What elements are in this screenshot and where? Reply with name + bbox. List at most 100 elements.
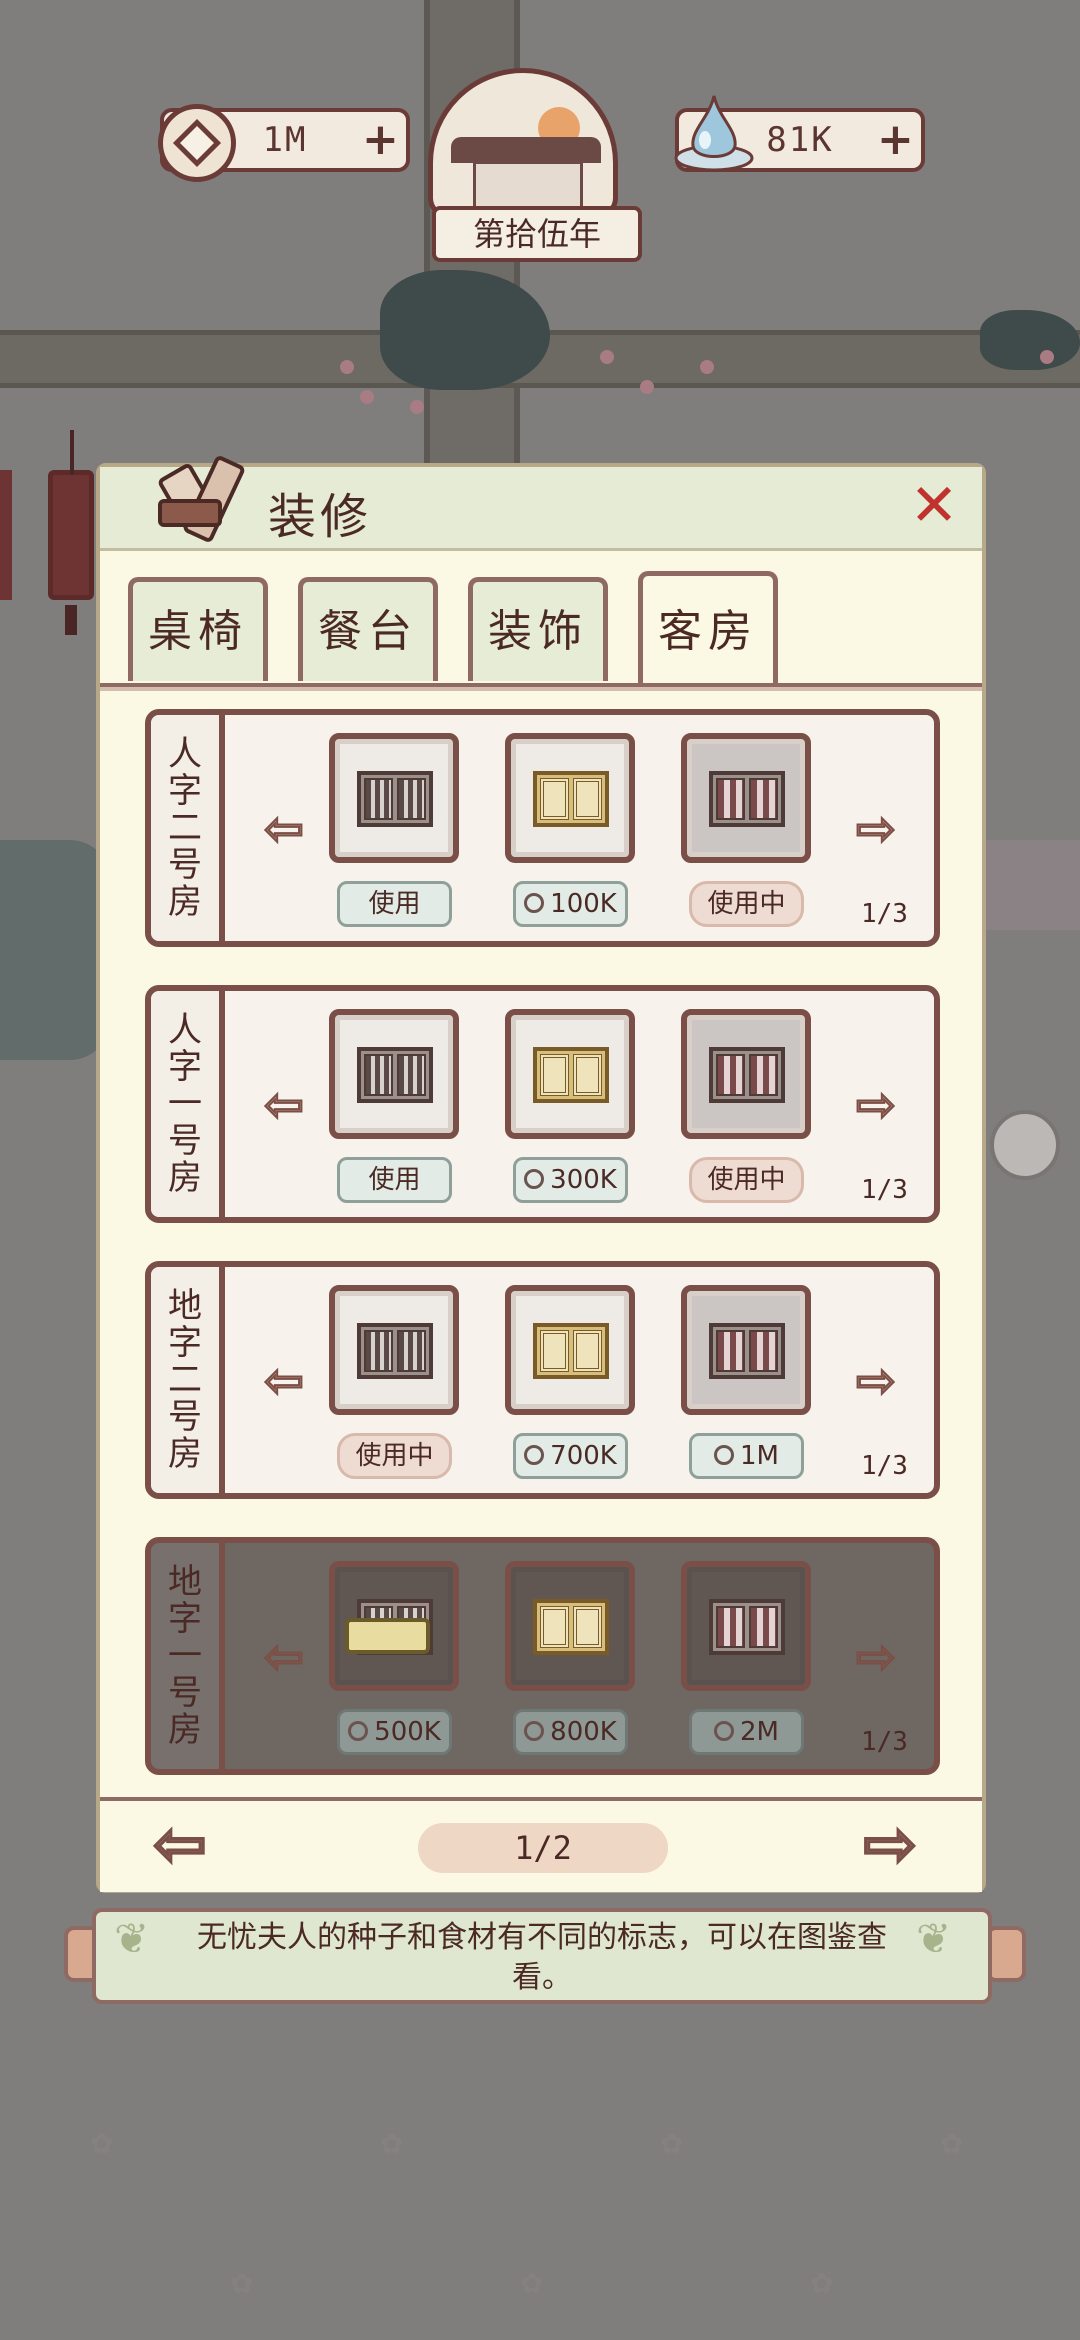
blossom-decoration <box>600 350 614 364</box>
buy-button[interactable]: 700K <box>513 1433 628 1479</box>
door-style-card[interactable] <box>681 733 811 863</box>
prev-style-arrow[interactable]: ⇦ <box>249 1632 319 1683</box>
lattice-door-icon <box>533 1047 609 1103</box>
buy-button[interactable]: 100K <box>513 881 628 927</box>
floor-flower-icon: ✿ <box>230 2267 254 2300</box>
room-name-char: 房 <box>168 1433 202 1474</box>
coin-value: 1M <box>262 120 308 160</box>
price-label: 1M <box>740 1441 779 1471</box>
tutorial-pointer-icon <box>345 1618 430 1654</box>
price-label: 100K <box>550 889 617 919</box>
room-row: 地 字 二 号 房 ⇦ 使用中 700K 1M ⇨ 1/3 <box>145 1261 940 1499</box>
coin-icon <box>524 892 545 913</box>
ginkgo-leaf-icon: ❦ <box>916 1914 952 1963</box>
roof-icon <box>451 137 601 163</box>
blossom-decoration <box>640 380 654 394</box>
use-button[interactable]: 使用 <box>337 1157 452 1203</box>
blossom-decoration <box>1040 350 1054 364</box>
room-name-char: 字 <box>168 1598 202 1639</box>
tab-dining-counter[interactable]: 餐台 <box>298 577 438 681</box>
button-label: 使用 <box>368 889 421 919</box>
pager: ⇦ 1/2 ⇨ <box>100 1797 982 1892</box>
prev-page-arrow[interactable]: ⇦ <box>130 1812 230 1879</box>
door-style-card[interactable] <box>681 1561 811 1691</box>
tip-banner: 无忧夫人的种子和食材有不同的标志，可以在图鉴查看。 <box>92 1908 992 2004</box>
buy-button[interactable]: 2M <box>689 1709 804 1755</box>
room-name-char: 号 <box>168 1396 202 1437</box>
door-style-card[interactable] <box>329 1285 459 1415</box>
coin-icon <box>348 1720 369 1741</box>
room-name-char: 号 <box>168 1120 202 1161</box>
page-indicator: 1/2 <box>418 1823 668 1873</box>
in-use-badge: 使用中 <box>689 1157 804 1203</box>
tab-decorations[interactable]: 装饰 <box>468 577 608 681</box>
add-spirit-button[interactable]: + <box>877 118 914 162</box>
price-label: 500K <box>374 1717 441 1747</box>
coin-counter: 1M + <box>158 104 410 182</box>
spirit-value: 81K <box>766 120 834 160</box>
scroll-rod-right <box>986 1926 1026 1982</box>
blossom-decoration <box>340 360 354 374</box>
add-coins-button[interactable]: + <box>362 118 399 162</box>
door-style-card[interactable] <box>505 1009 635 1139</box>
door-style-card[interactable] <box>505 1285 635 1415</box>
prev-style-arrow[interactable]: ⇦ <box>249 804 319 855</box>
background-lantern <box>48 430 94 635</box>
coin-icon <box>524 1720 545 1741</box>
price-label: 300K <box>550 1165 617 1195</box>
ghost-character <box>990 1110 1060 1180</box>
door-style-card[interactable] <box>505 1561 635 1691</box>
slat-door-icon <box>709 771 785 827</box>
tab-tables-chairs[interactable]: 桌椅 <box>128 577 268 681</box>
button-label: 使用中 <box>355 1441 434 1471</box>
category-tabs: 桌椅 餐台 装饰 客房 <box>128 571 968 687</box>
water-drop-icon <box>674 95 754 172</box>
room-name-char: 字 <box>168 1322 202 1363</box>
ginkgo-leaf-icon: ❦ <box>114 1914 150 1963</box>
background-lantern-left <box>0 470 12 600</box>
buy-button[interactable]: 500K <box>337 1709 452 1755</box>
door-style-card[interactable] <box>329 733 459 863</box>
price-label: 2M <box>740 1717 779 1747</box>
door-style-card[interactable] <box>329 1009 459 1139</box>
room-name-char: 一 <box>168 1083 202 1124</box>
coin-icon <box>714 1720 734 1741</box>
room-name-char: 人 <box>168 733 202 774</box>
floor-flower-icon: ✿ <box>940 2127 964 2160</box>
buy-button[interactable]: 1M <box>689 1433 804 1479</box>
prev-style-arrow[interactable]: ⇦ <box>249 1356 319 1407</box>
room-name-char: 房 <box>168 1157 202 1198</box>
style-page-indicator: 1/3 <box>861 1727 908 1757</box>
door-style-card[interactable] <box>681 1285 811 1415</box>
house-icon <box>473 161 583 211</box>
tab-guest-rooms[interactable]: 客房 <box>638 571 778 683</box>
room-name-char: 号 <box>168 844 202 885</box>
room-name-char: 房 <box>168 1709 202 1750</box>
price-label: 800K <box>550 1717 617 1747</box>
next-style-arrow[interactable]: ⇨ <box>841 804 911 855</box>
renovation-panel: 装修 ✕ 桌椅 餐台 装饰 客房 人 字 二 号 房 ⇦ 使用 100K 使用中… <box>96 456 986 1893</box>
room-name: 地 字 二 号 房 <box>151 1267 225 1493</box>
next-style-arrow[interactable]: ⇨ <box>841 1356 911 1407</box>
close-button[interactable]: ✕ <box>904 476 964 537</box>
room-name-char: 人 <box>168 1009 202 1050</box>
blossom-decoration <box>410 400 424 414</box>
panel-title: 装修 <box>268 489 373 545</box>
buy-button[interactable]: 300K <box>513 1157 628 1203</box>
door-style-card[interactable] <box>681 1009 811 1139</box>
background-garden-wall <box>0 840 110 1060</box>
use-button[interactable]: 使用 <box>337 881 452 927</box>
coin-icon <box>158 104 236 182</box>
room-row: 人 字 二 号 房 ⇦ 使用 100K 使用中 ⇨ 1/3 <box>145 709 940 947</box>
lattice-door-icon <box>533 1323 609 1379</box>
floor-flower-icon: ✿ <box>90 2127 114 2160</box>
door-style-card[interactable] <box>505 733 635 863</box>
door-icon <box>357 1323 433 1379</box>
prev-style-arrow[interactable]: ⇦ <box>249 1080 319 1131</box>
slat-door-icon <box>709 1323 785 1379</box>
next-page-arrow[interactable]: ⇨ <box>840 1812 940 1879</box>
panel-header: 装修 ✕ <box>100 456 982 551</box>
next-style-arrow[interactable]: ⇨ <box>841 1632 911 1683</box>
buy-button[interactable]: 800K <box>513 1709 628 1755</box>
next-style-arrow[interactable]: ⇨ <box>841 1080 911 1131</box>
